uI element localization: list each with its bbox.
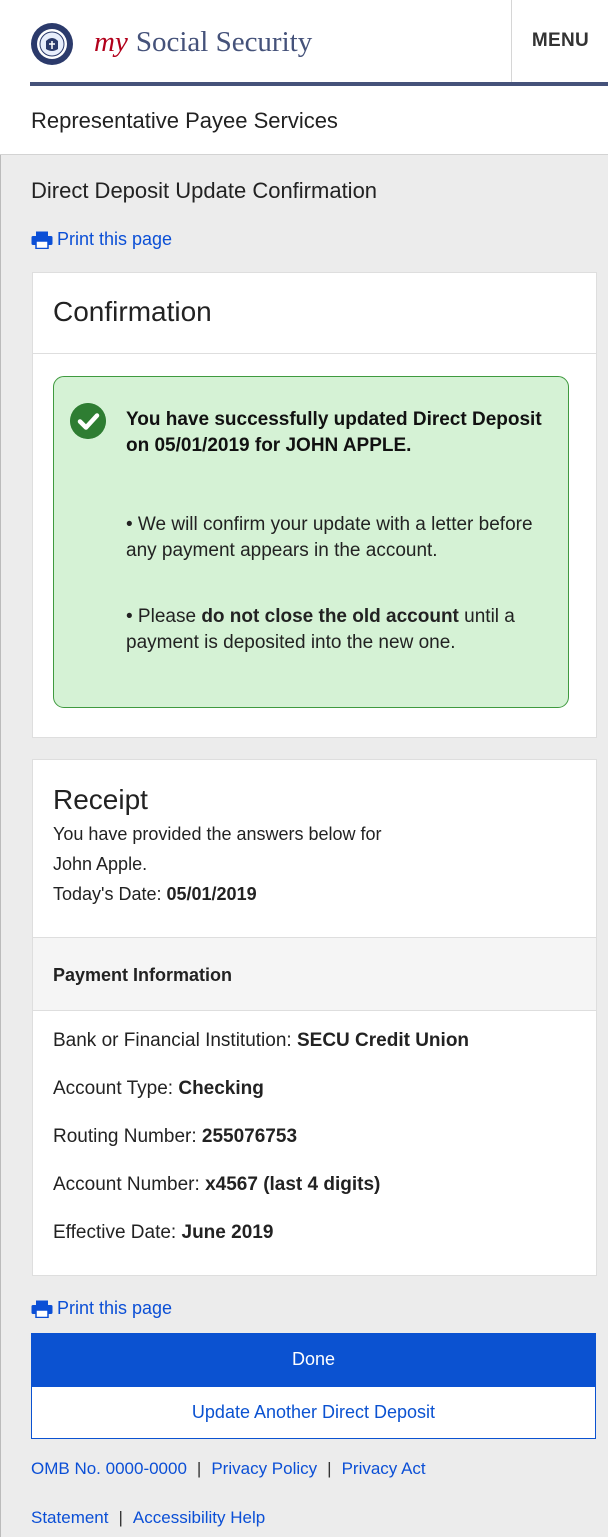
subheader-title: Representative Payee Services	[31, 108, 338, 133]
site-header: my Social Security MENU	[0, 0, 608, 86]
privacy-act-link[interactable]: Privacy Act	[342, 1459, 426, 1478]
print-link-label: Print this page	[57, 1298, 173, 1318]
menu-button[interactable]: MENU	[511, 0, 608, 82]
omb-number-link[interactable]: OMB No. 0000-0000	[31, 1459, 187, 1478]
confirmation-note-letter: • We will confirm your update with a let…	[126, 514, 533, 561]
confirmation-note-old-account: • Please do not close the old account un…	[126, 604, 551, 656]
confirmation-card-header: Confirmation	[33, 273, 596, 354]
payment-row-account-number: Account Number: x4567 (last 4 digits)	[53, 1174, 380, 1196]
print-page-link-top[interactable]: Print this page	[31, 229, 172, 250]
section-subheader: Representative Payee Services	[0, 86, 608, 155]
payment-row-bank: Bank or Financial Institution: SECU Cred…	[53, 1030, 469, 1052]
footer-links-row-1: OMB No. 0000-0000 | Privacy Policy | Privacy…	[31, 1459, 591, 1479]
update-another-direct-deposit-button[interactable]: Update Another Direct Deposit	[31, 1386, 596, 1439]
note-text-emphasis: do not close the old account	[201, 606, 459, 627]
printer-icon	[31, 231, 53, 249]
payment-row-value: Checking	[178, 1078, 264, 1099]
accessibility-help-link[interactable]: Accessibility Help	[133, 1508, 265, 1527]
footer-separator: |	[327, 1459, 332, 1478]
success-alert-title: You have successfully updated Direct Dep…	[126, 409, 542, 456]
privacy-act-statement-link[interactable]: Statement	[31, 1508, 109, 1527]
brand-my: my	[94, 26, 128, 58]
payment-row-label: Bank or Financial Institution:	[53, 1030, 297, 1051]
page-title: Direct Deposit Update Confirmation	[31, 178, 378, 203]
receipt-heading: Receipt	[53, 784, 148, 815]
payment-info-heading: Payment Information	[53, 965, 233, 985]
done-button[interactable]: Done	[31, 1333, 596, 1386]
payment-row-value: June 2019	[181, 1222, 274, 1243]
receipt-date: Today's Date: 05/01/2019	[53, 884, 257, 905]
payment-row-label: Account Type:	[53, 1078, 179, 1099]
payment-row-label: Effective Date:	[53, 1222, 182, 1243]
payment-row-effective-date: Effective Date: June 2019	[53, 1222, 273, 1244]
confirmation-heading: Confirmation	[53, 296, 212, 327]
payment-row-value: SECU Credit Union	[296, 1030, 470, 1051]
payment-row-label: Routing Number:	[53, 1126, 202, 1147]
payment-info-header: Payment Information	[33, 937, 596, 1011]
check-circle-icon	[70, 403, 106, 439]
ssa-seal-icon[interactable]	[30, 22, 74, 66]
receipt-date-label: Today's Date:	[53, 884, 167, 904]
footer-links-row-2: Statement | Accessibility Help	[31, 1508, 591, 1528]
payment-row-value: x4567 (last 4 digits)	[205, 1174, 381, 1195]
receipt-person-name: John Apple.	[53, 854, 148, 874]
brand-title[interactable]: my Social Security	[94, 22, 312, 62]
receipt-card: Receipt You have provided the answers be…	[32, 759, 597, 1276]
page-frame-edge	[0, 0, 1, 1537]
note-text-pre: • Please	[126, 606, 202, 627]
privacy-policy-link[interactable]: Privacy Policy	[211, 1459, 317, 1478]
footer-separator: |	[196, 1459, 202, 1478]
printer-icon	[31, 1300, 53, 1318]
print-page-link-bottom[interactable]: Print this page	[31, 1298, 172, 1319]
brand-name: Social Security	[135, 26, 313, 58]
payment-row-account-type: Account Type: Checking	[53, 1078, 264, 1100]
success-alert: You have successfully updated Direct Dep…	[53, 376, 569, 708]
footer-separator: |	[118, 1508, 123, 1527]
payment-row-label: Account Number:	[53, 1174, 206, 1195]
confirmation-card: Confirmation You have successfully updat…	[32, 272, 597, 738]
receipt-intro-line: You have provided the answers below for	[53, 824, 382, 844]
receipt-date-value: 05/01/2019	[166, 884, 257, 904]
print-link-label: Print this page	[57, 229, 173, 249]
payment-row-routing: Routing Number: 255076753	[53, 1126, 297, 1148]
payment-row-value: 255076753	[201, 1126, 298, 1147]
